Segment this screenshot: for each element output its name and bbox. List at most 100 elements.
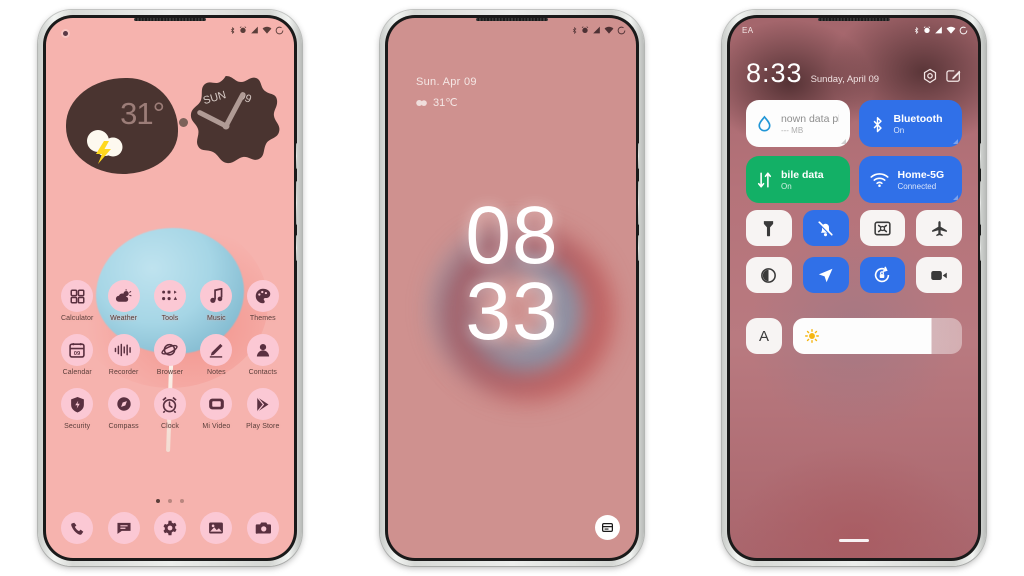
app-label: Calculator bbox=[60, 315, 94, 322]
earpiece-speaker bbox=[134, 18, 206, 21]
app-compass[interactable]: Compass bbox=[100, 388, 146, 430]
toggle-auto-rotate-lock[interactable] bbox=[859, 257, 906, 293]
app-calculator[interactable]: Calculator bbox=[54, 280, 100, 322]
page-dot-2[interactable] bbox=[168, 499, 172, 503]
app-mi-video[interactable]: Mi Video bbox=[193, 388, 239, 430]
page-indicator[interactable] bbox=[46, 499, 294, 503]
toggle-location[interactable] bbox=[802, 257, 849, 293]
tile-bluetooth[interactable]: Bluetooth On bbox=[858, 100, 962, 147]
earpiece-speaker bbox=[818, 18, 890, 21]
side-button-top[interactable] bbox=[296, 143, 297, 169]
tile-wifi[interactable]: Home-5G Connected bbox=[858, 156, 962, 203]
toggle-airplane-mode[interactable] bbox=[916, 210, 962, 246]
earpiece-speaker bbox=[476, 18, 548, 21]
brightness-slider[interactable] bbox=[793, 318, 962, 354]
signal-icon bbox=[251, 26, 258, 34]
tile-title: Bluetooth bbox=[893, 112, 943, 125]
dock-settings-button[interactable] bbox=[153, 512, 186, 544]
dock-messages-button[interactable] bbox=[107, 512, 140, 544]
side-button-power[interactable] bbox=[296, 235, 297, 261]
toggle-screen-record[interactable] bbox=[916, 257, 962, 293]
side-button-power[interactable] bbox=[638, 235, 639, 261]
notes-pencil-icon bbox=[200, 334, 233, 366]
app-label: Tools bbox=[161, 315, 179, 322]
toggle-dark-mode[interactable] bbox=[746, 257, 792, 293]
bluetooth-icon bbox=[572, 26, 577, 34]
side-button-volume[interactable] bbox=[980, 181, 981, 225]
side-button-volume[interactable] bbox=[638, 181, 639, 225]
app-tools[interactable]: Tools bbox=[147, 280, 193, 322]
app-clock[interactable]: Clock bbox=[147, 388, 193, 430]
app-recorder[interactable]: Recorder bbox=[100, 334, 146, 376]
app-label: Recorder bbox=[108, 369, 139, 376]
tile-data-plan[interactable]: nown data pla --- MB bbox=[746, 100, 850, 147]
dock-camera-button[interactable] bbox=[246, 512, 279, 544]
home-screen[interactable]: 31° SUN 09 Calculator Weather Tools Musi… bbox=[46, 18, 294, 558]
cloud-lightning-icon bbox=[87, 130, 123, 164]
side-button-volume[interactable] bbox=[296, 181, 297, 225]
sun-icon bbox=[805, 329, 819, 343]
edit-icon[interactable] bbox=[946, 68, 962, 84]
app-notes[interactable]: Notes bbox=[193, 334, 239, 376]
app-calendar[interactable]: 09 Calendar bbox=[54, 334, 100, 376]
toggle-cast[interactable] bbox=[859, 210, 906, 246]
phone-lock-screen: Sun. Apr 09 31℃ 08 33 bbox=[380, 10, 644, 566]
side-button-top[interactable] bbox=[638, 143, 639, 169]
app-browser[interactable]: Browser bbox=[147, 334, 193, 376]
app-music[interactable]: Music bbox=[193, 280, 239, 322]
toggle-flashlight[interactable] bbox=[746, 210, 792, 246]
phone-bezel: 31° SUN 09 Calculator Weather Tools Musi… bbox=[43, 15, 297, 561]
weather-widget[interactable]: 31° bbox=[66, 78, 178, 174]
page-dot-1[interactable] bbox=[156, 499, 160, 503]
app-label: Calendar bbox=[62, 369, 92, 376]
wallet-button[interactable] bbox=[595, 515, 620, 540]
app-themes[interactable]: Themes bbox=[240, 280, 286, 322]
dock-phone-button[interactable] bbox=[61, 512, 94, 544]
app-label: Themes bbox=[249, 315, 276, 322]
signal-icon bbox=[593, 26, 600, 34]
toggle-silent[interactable] bbox=[802, 210, 849, 246]
wifi-icon bbox=[946, 26, 956, 34]
app-play-store[interactable]: Play Store bbox=[240, 388, 286, 430]
auto-brightness-button[interactable]: A bbox=[746, 318, 782, 354]
battery-icon bbox=[959, 26, 968, 34]
wifi-icon bbox=[262, 26, 272, 34]
silent-bell-off-icon bbox=[818, 220, 833, 236]
settings-hex-icon[interactable] bbox=[922, 68, 938, 84]
signal-icon bbox=[935, 26, 942, 34]
weather-temperature: 31° bbox=[120, 96, 165, 131]
bluetooth-icon bbox=[914, 26, 919, 34]
lock-screen[interactable]: Sun. Apr 09 31℃ 08 33 bbox=[388, 18, 636, 558]
quick-settings-screen[interactable]: EA 8:33 Sunday, April 09 nown data p ---… bbox=[730, 18, 978, 558]
app-label: Play Store bbox=[246, 423, 280, 430]
themes-palette-icon bbox=[246, 280, 279, 312]
data-drop-icon bbox=[758, 115, 771, 131]
mobile-data-icon bbox=[757, 171, 772, 188]
phone-bezel: EA 8:33 Sunday, April 09 nown data p ---… bbox=[727, 15, 981, 561]
weather-icon bbox=[107, 280, 140, 312]
lockscreen-clock: 08 33 bbox=[388, 194, 636, 353]
page-dot-3[interactable] bbox=[180, 499, 184, 503]
front-camera-punchhole bbox=[63, 31, 68, 36]
wifi-icon bbox=[604, 26, 614, 34]
app-contacts[interactable]: Contacts bbox=[240, 334, 286, 376]
phone-bezel: Sun. Apr 09 31℃ 08 33 bbox=[385, 15, 639, 561]
status-icons bbox=[913, 26, 968, 35]
tile-mobile-data[interactable]: bile data On bbox=[746, 156, 850, 203]
side-button-top[interactable] bbox=[980, 143, 981, 169]
app-weather[interactable]: Weather bbox=[100, 280, 146, 322]
side-button-power[interactable] bbox=[980, 235, 981, 261]
tile-corner-handle[interactable] bbox=[953, 139, 958, 144]
lockscreen-date: Sun. Apr 09 bbox=[416, 76, 477, 88]
dock-gallery-button[interactable] bbox=[200, 512, 233, 544]
tile-corner-handle[interactable] bbox=[840, 139, 846, 144]
app-security[interactable]: Security bbox=[54, 388, 100, 430]
wifi-icon bbox=[869, 172, 889, 187]
alarm-icon bbox=[923, 26, 931, 33]
tile-corner-handle[interactable] bbox=[953, 195, 958, 200]
tile-subtitle: On bbox=[781, 181, 792, 191]
panel-drag-handle[interactable] bbox=[839, 539, 869, 542]
auto-brightness-label: A bbox=[758, 327, 769, 345]
clock-widget[interactable]: SUN 09 bbox=[172, 74, 280, 178]
tile-subtitle: Connected bbox=[897, 181, 937, 191]
